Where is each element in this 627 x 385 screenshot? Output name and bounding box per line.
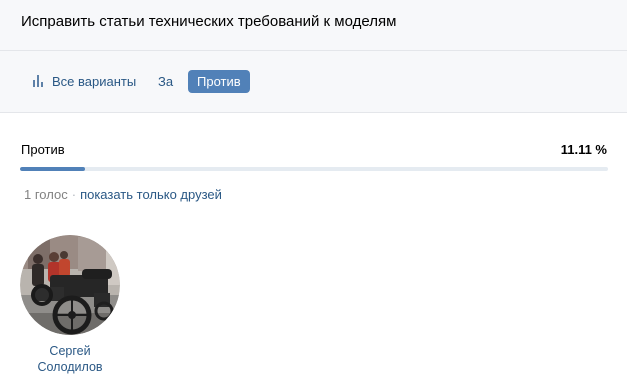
option-progress-bar <box>20 167 608 171</box>
show-friends-only-link[interactable]: показать только друзей <box>80 187 222 202</box>
voter-first-name: Сергей <box>49 344 91 358</box>
voter-avatar[interactable] <box>20 235 120 335</box>
votes-separator: · <box>71 187 77 202</box>
tab-against-label: Против <box>197 74 241 89</box>
voter-card[interactable]: Сергей Солодилов <box>18 235 122 375</box>
vote-filter-tabs: Все варианты За Против <box>0 51 627 113</box>
poll-results-page: Исправить статьи технических требований … <box>0 0 627 385</box>
tab-for[interactable]: За <box>158 70 173 93</box>
tab-against[interactable]: Против <box>188 70 250 93</box>
tab-all-options[interactable]: Все варианты <box>33 70 136 93</box>
tab-all-options-label: Все варианты <box>52 74 137 89</box>
votes-count: 1 голос <box>24 187 68 202</box>
bar-chart-icon <box>33 75 45 87</box>
option-percent: 11.11 % <box>560 142 607 157</box>
voter-last-name: Солодилов <box>37 360 103 374</box>
poll-header: Исправить статьи технических требований … <box>0 0 627 51</box>
option-label: Против <box>21 142 65 157</box>
option-progress-fill <box>20 167 86 171</box>
poll-title: Исправить статьи технических требований … <box>21 13 397 30</box>
voter-name[interactable]: Сергей Солодилов <box>18 343 122 375</box>
tab-for-label: За <box>158 74 174 89</box>
votes-summary: 1 голос · показать только друзей <box>24 187 222 202</box>
